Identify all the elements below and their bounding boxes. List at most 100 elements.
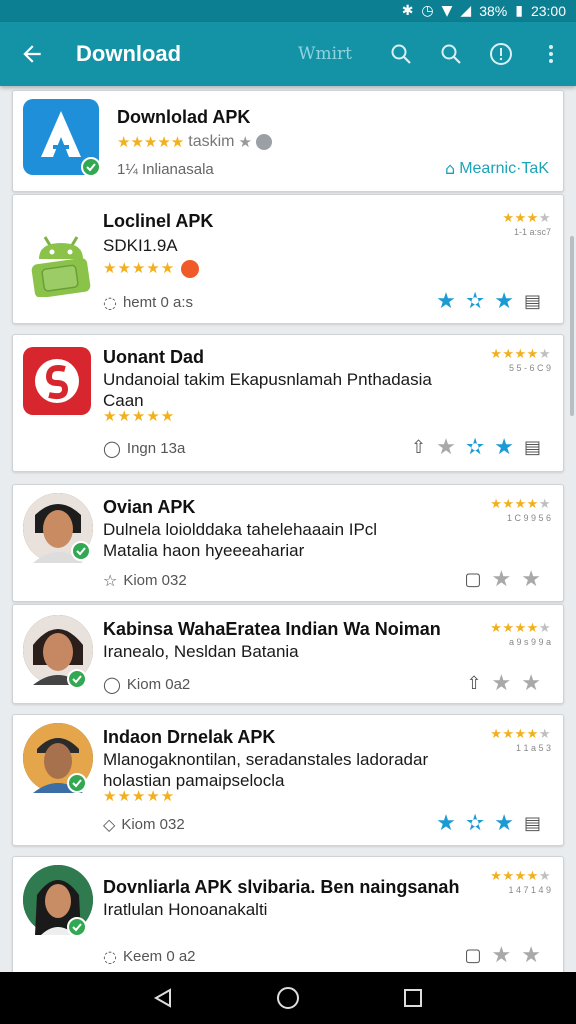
list-item[interactable]: Ovian APK Dulnela loiolddaka tahelehaaai… [12,484,564,602]
search-icon [441,44,461,64]
wifi-icon: ▼ [441,3,453,19]
meta-row: ◇ Kiom 032 [103,815,185,834]
search-button[interactable] [376,22,426,86]
verified-badge-icon [67,669,87,689]
list-item[interactable]: Loclinel APK SDKI1.9A ★★★★★ ★★★★ 1-1 a:s… [12,194,564,324]
bookmark-icon[interactable]: ▤ [524,437,541,459]
arrow-left-icon [23,45,41,63]
meta-row: ◯ Kiom 0a2 [103,675,190,694]
rating-count: 1 4 7 1 4 9 [508,885,551,895]
verified-badge-icon [67,773,87,793]
app-description-2: Matalia haon hyeeeahariar [103,541,305,560]
list-item[interactable]: Dovnliarla APK slvibaria. Ben naingsanah… [12,856,564,972]
star-icon[interactable]: ★ [494,437,514,459]
action-row: ▢ ★ ★ [465,569,541,591]
verified-badge-icon [71,541,91,561]
app-description: Mlanogaknontilan, seradanstales ladorada… [103,750,429,769]
star-half-icon[interactable]: ✫ [466,813,484,835]
star-half-icon[interactable]: ✫ [466,437,484,459]
app-title: Ovian APK [103,497,196,517]
star-rating: ★★★★★ [103,787,176,805]
meta-row: ☆ Kiom 032 [103,571,187,590]
scrollbar[interactable] [570,236,574,416]
bookmark-icon[interactable]: ▢ [465,569,482,591]
star-icon[interactable]: ★ [436,437,456,459]
rating-count: 1-1 a:sc7 [513,227,551,237]
app-title: Loclinel APK [103,211,214,231]
app-bar-action-text[interactable]: Wmirt [298,44,352,64]
action-row: ★ ✫ ★ ▤ [436,813,541,835]
meta-row: ◯ Ingn 13a [103,439,185,458]
bookmark-icon[interactable]: ▢ [465,945,482,967]
app-bar: Download Wmirt [0,22,576,86]
info-button[interactable] [476,22,526,86]
star-icon[interactable]: ★ [494,291,514,313]
action-row: ⇧ ★ ★ [466,673,541,695]
page-title: Download [76,41,182,66]
avatar [23,865,93,937]
star-rating: ★★★★★ [117,133,185,151]
action-row: ★ ✫ ★ ▤ [436,291,541,313]
star-icon[interactable]: ★ [494,813,514,835]
clock: 23:00 [530,3,566,19]
comment-icon: ◌ [103,947,117,966]
star-icon[interactable]: ★ [492,945,512,967]
rating-count: a 9 s 9 9 a [508,637,551,647]
nav-home-button[interactable] [268,978,308,1018]
star-rating: ★★★★★ [103,407,176,425]
tag-icon: ◇ [103,815,116,834]
app-version: SDKI1.9A [103,236,178,255]
alarm-icon: ◷ [421,3,434,19]
star-icon: ★ [238,133,252,151]
app-title: Dovnliarla APK slvibaria. Ben naingsanah [103,877,460,897]
app-list[interactable]: Downlolad APK ★★★★★ taskim ★ 1¼ Inlianas… [0,86,576,972]
apk-store-icon [23,99,101,177]
star-icon[interactable]: ★ [492,569,512,591]
bookmark-icon[interactable]: ▤ [524,291,541,313]
star-icon[interactable]: ★ [436,813,456,835]
meta-row: 1¼ Inlianasala [117,161,214,178]
clock-icon: ◯ [103,439,121,458]
star-icon[interactable]: ★ [492,673,512,695]
list-item[interactable]: Kabinsa WahaEratea Indian Wa Noiman Iran… [12,604,564,704]
share-icon[interactable]: ⇧ [411,437,426,459]
meta-text: Kiom 032 [121,816,185,833]
action-row: ▢ ★ ★ [465,945,541,967]
overflow-menu-button[interactable] [526,22,576,86]
red-app-icon [23,347,91,415]
app-description: Dulnela loiolddaka tahelehaaain IPcl [103,520,378,539]
circle-home-icon [276,987,299,1009]
share-icon[interactable]: ⇧ [466,673,481,695]
star-icon[interactable]: ★ [436,291,456,313]
list-item[interactable]: Indaon Drnelak APK Mlanogaknontilan, ser… [12,714,564,846]
battery-icon: ▮ [515,3,523,19]
back-button[interactable] [0,22,64,86]
nav-recents-button[interactable] [393,978,433,1018]
battery-level: 38% [479,3,508,19]
avatar [23,615,93,689]
star-icon[interactable]: ★ [521,673,541,695]
app-description: Undanoial takim Ekapusnlamah Pnthadasia [103,370,432,389]
star-half-icon[interactable]: ✫ [466,291,484,313]
square-recents-icon [404,989,423,1007]
developer-badge[interactable]: ⌂ Mearnic·TaK [445,159,549,178]
bookmark-icon[interactable]: ▤ [524,813,541,835]
triangle-back-icon [153,988,171,1008]
star-icon[interactable]: ★ [521,569,541,591]
star-icon[interactable]: ★ [521,945,541,967]
app-title: Indaon Drnelak APK [103,727,276,747]
rating-summary: ★★★★★ 5 5 - 6 C 9 [490,347,551,373]
rating-summary: ★★★★★ 1 1 a 5 3 [490,727,551,753]
bluetooth-icon: ✱ [401,3,414,19]
comment-icon: ◌ [103,293,117,312]
list-item[interactable]: Uonant Dad Undanoial takim Ekapusnlamah … [12,334,564,472]
red-s-logo [35,359,79,403]
nav-back-button[interactable] [143,978,183,1018]
pin-icon: ☆ [103,571,118,590]
list-item[interactable]: Downlolad APK ★★★★★ taskim ★ 1¼ Inlianas… [12,90,564,192]
install-count: 1¼ Inlianasala [117,161,214,178]
rating-summary: ★★★★★ 1 4 7 1 4 9 [490,869,551,895]
meta-row: ◌ hemt 0 a:s [103,293,193,312]
rating-count: 1 C 9 9 5 6 [506,513,551,523]
search-button-2[interactable] [426,22,476,86]
